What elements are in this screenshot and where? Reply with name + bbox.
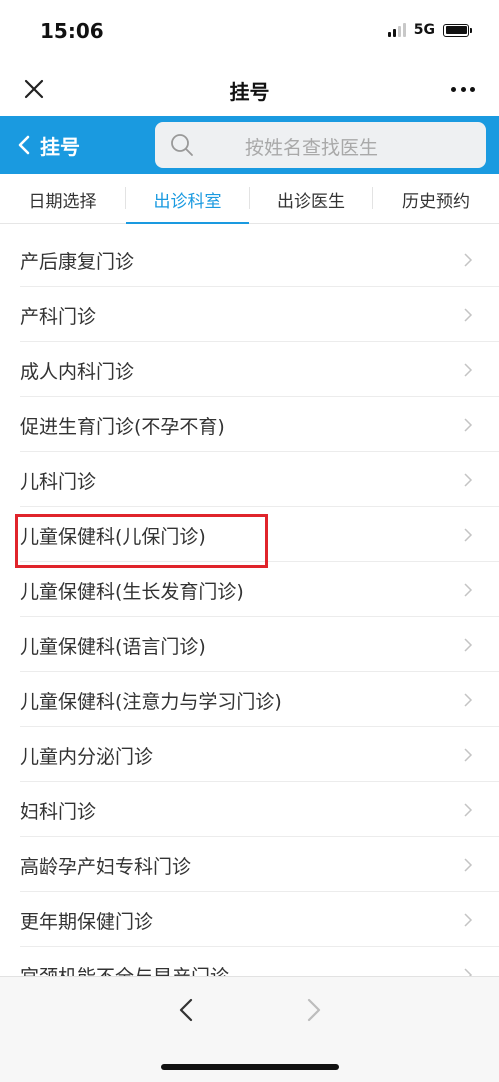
chevron-right-icon (464, 253, 473, 267)
chevron-left-icon (179, 998, 193, 1022)
tab-label: 日期选择 (28, 191, 97, 212)
tab-history[interactable]: 历史预约 (373, 174, 499, 224)
department-row[interactable]: 儿童保健科(语言门诊) (0, 617, 499, 672)
chevron-right-icon (464, 858, 473, 872)
department-name: 儿童保健科(注意力与学习门诊) (20, 691, 282, 713)
tab-doctors[interactable]: 出诊医生 (250, 174, 372, 224)
page-title: 挂号 (229, 80, 270, 104)
tab-bar: 日期选择 出诊科室 出诊医生 历史预约 (0, 174, 499, 225)
tab-departments[interactable]: 出诊科室 (126, 174, 249, 225)
chevron-right-icon (464, 693, 473, 707)
department-row[interactable]: 更年期保健门诊 (0, 892, 499, 947)
chevron-right-icon (307, 998, 321, 1022)
department-name: 产后康复门诊 (20, 251, 135, 273)
chevron-right-icon (464, 968, 473, 976)
chevron-right-icon (464, 913, 473, 927)
chevron-right-icon (464, 363, 473, 377)
department-row[interactable]: 产科门诊 (0, 287, 499, 342)
browser-forward-button[interactable] (300, 993, 328, 1027)
network-type: 5G (413, 22, 435, 38)
chevron-right-icon (464, 473, 473, 487)
chevron-right-icon (464, 418, 473, 432)
department-name: 更年期保健门诊 (20, 911, 154, 933)
screen: 15:06 5G 挂号 挂号 按姓名查找医生 日期选择 出诊科室 出诊医生 历史… (0, 0, 499, 1082)
more-button[interactable] (447, 75, 479, 103)
department-row-highlighted[interactable]: 儿童保健科(儿保门诊) (0, 507, 499, 562)
department-name: 儿科门诊 (20, 471, 97, 493)
department-row[interactable]: 产后康复门诊 (0, 232, 499, 287)
status-time: 15:06 (40, 19, 104, 43)
signal-icon (387, 23, 406, 37)
department-list: 产后康复门诊 产科门诊 成人内科门诊 促进生育门诊(不孕不育) 儿科门诊 儿童保… (0, 224, 499, 976)
department-name: 妇科门诊 (20, 801, 97, 823)
chevron-right-icon (464, 308, 473, 322)
chevron-right-icon (464, 748, 473, 762)
status-indicators: 5G (387, 22, 472, 38)
doctor-search-input[interactable]: 按姓名查找医生 (155, 122, 486, 168)
nav-bar: 挂号 (0, 62, 499, 116)
department-row[interactable]: 儿童保健科(注意力与学习门诊) (0, 672, 499, 727)
department-name: 成人内科门诊 (20, 361, 135, 383)
search-placeholder: 按姓名查找医生 (245, 137, 379, 159)
back-label: 挂号 (40, 134, 80, 159)
department-name: 儿童保健科(语言门诊) (20, 636, 206, 658)
department-name: 促进生育门诊(不孕不育) (20, 416, 225, 438)
department-row[interactable]: 高龄孕产妇专科门诊 (0, 837, 499, 892)
bottom-toolbar (0, 976, 499, 1082)
chevron-right-icon (464, 583, 473, 597)
department-row[interactable]: 成人内科门诊 (0, 342, 499, 397)
header-bar: 挂号 按姓名查找医生 (0, 116, 499, 174)
department-row[interactable]: 儿科门诊 (0, 452, 499, 507)
more-dots-icon (451, 86, 456, 92)
department-row[interactable]: 儿童内分泌门诊 (0, 727, 499, 782)
tab-label: 出诊科室 (153, 191, 222, 212)
battery-icon (443, 23, 472, 37)
chevron-left-icon (18, 135, 30, 155)
search-icon (171, 134, 193, 156)
status-bar: 15:06 5G (0, 0, 499, 62)
department-row[interactable]: 儿童保健科(生长发育门诊) (0, 562, 499, 617)
department-row[interactable]: 妇科门诊 (0, 782, 499, 837)
home-indicator (161, 1064, 339, 1070)
tab-label: 历史预约 (402, 191, 470, 212)
chevron-right-icon (464, 528, 473, 542)
chevron-right-icon (464, 638, 473, 652)
browser-back-button[interactable] (172, 993, 200, 1027)
tab-label: 出诊医生 (277, 191, 345, 212)
department-name: 产科门诊 (20, 306, 97, 328)
tab-date-select[interactable]: 日期选择 (0, 174, 125, 224)
department-name: 儿童保健科(儿保门诊) (20, 526, 206, 548)
department-name: 儿童保健科(生长发育门诊) (20, 581, 244, 603)
department-name: 宫颈机能不全与早产门诊 (20, 962, 229, 976)
department-row[interactable]: 宫颈机能不全与早产门诊 (0, 947, 499, 976)
department-row[interactable]: 促进生育门诊(不孕不育) (0, 397, 499, 452)
chevron-right-icon (464, 803, 473, 817)
department-name: 儿童内分泌门诊 (20, 746, 154, 768)
department-name: 高龄孕产妇专科门诊 (20, 856, 192, 878)
back-button[interactable]: 挂号 (18, 130, 80, 160)
